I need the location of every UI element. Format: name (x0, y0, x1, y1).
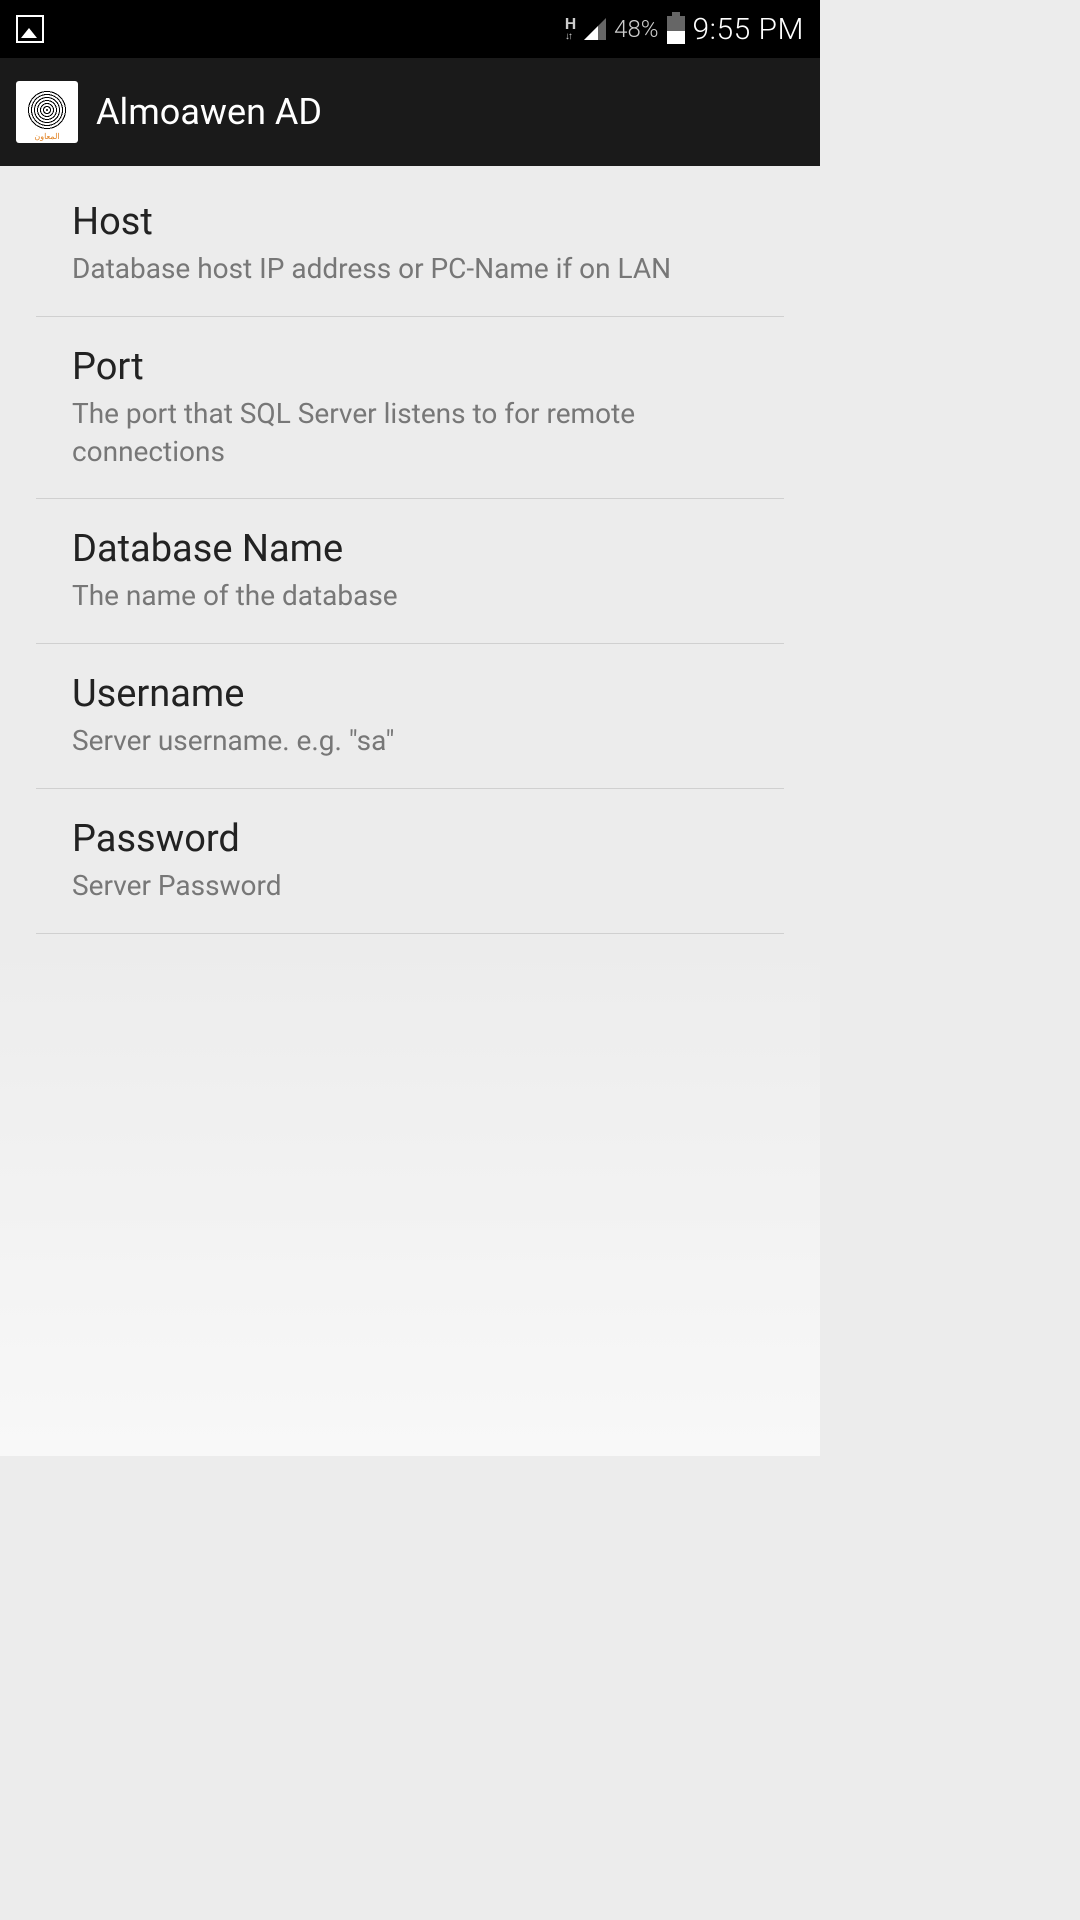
signal-icon (584, 18, 606, 40)
app-bar: المعاون Almoawen AD (0, 58, 820, 166)
content-area: Host Database host IP address or PC-Name… (0, 166, 820, 1456)
app-icon-label: المعاون (34, 132, 59, 141)
clock: 9:55 PM (693, 12, 804, 47)
fingerprint-icon (27, 90, 67, 130)
setting-description: Database host IP address or PC-Name if o… (72, 250, 748, 288)
app-title: Almoawen AD (96, 91, 322, 133)
setting-title: Database Name (72, 527, 748, 571)
setting-title: Password (72, 817, 748, 861)
battery-percent: 48% (614, 15, 658, 43)
status-bar-right: H 48% 9:55 PM (565, 12, 804, 47)
setting-description: Server username. e.g. "sa" (72, 722, 748, 760)
setting-title: Host (72, 200, 748, 244)
setting-item-port[interactable]: Port The port that SQL Server listens to… (36, 317, 784, 500)
battery-icon (667, 16, 685, 44)
setting-description: The port that SQL Server listens to for … (72, 395, 748, 471)
image-icon (16, 15, 44, 43)
network-type-icon: H (565, 16, 576, 42)
setting-item-database-name[interactable]: Database Name The name of the database (36, 499, 784, 644)
setting-description: Server Password (72, 867, 748, 905)
setting-title: Username (72, 672, 748, 716)
setting-item-username[interactable]: Username Server username. e.g. "sa" (36, 644, 784, 789)
setting-item-password[interactable]: Password Server Password (36, 789, 784, 934)
setting-item-host[interactable]: Host Database host IP address or PC-Name… (36, 166, 784, 317)
status-bar: H 48% 9:55 PM (0, 0, 820, 58)
setting-title: Port (72, 345, 748, 389)
setting-description: The name of the database (72, 577, 748, 615)
status-bar-left (16, 15, 44, 43)
app-icon: المعاون (16, 81, 78, 143)
settings-list: Host Database host IP address or PC-Name… (0, 166, 820, 934)
